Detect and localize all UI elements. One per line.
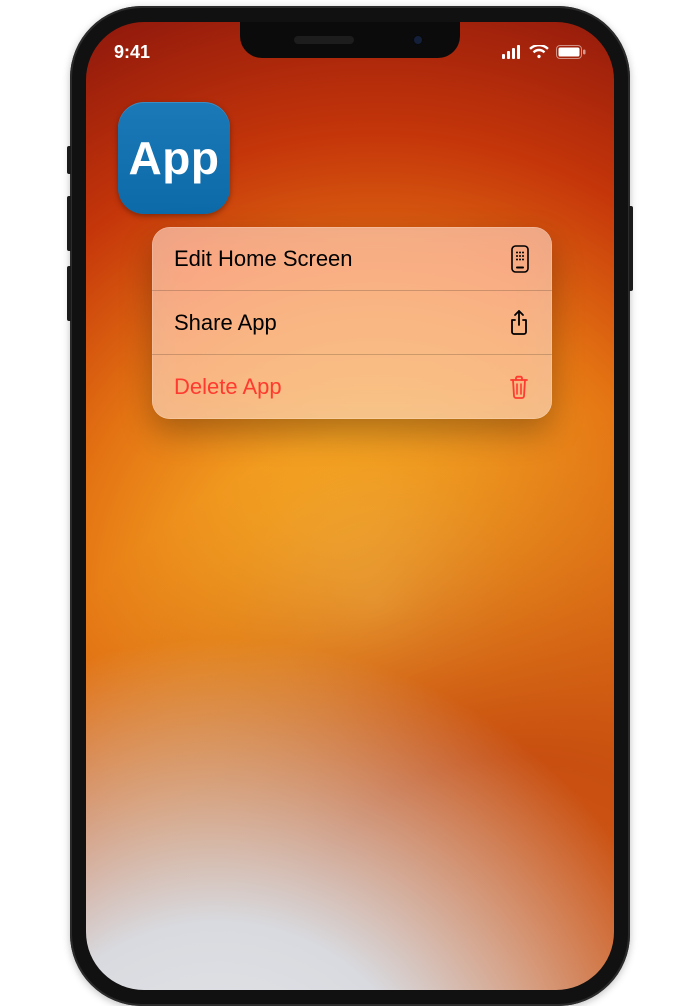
trash-icon (508, 374, 530, 400)
app-icon-label: App (129, 131, 220, 185)
menu-item-edit-home-screen[interactable]: Edit Home Screen (152, 227, 552, 291)
side-button (629, 206, 633, 291)
screen: 9:41 (86, 22, 614, 990)
home-grid-icon (510, 245, 530, 273)
context-menu: Edit Home Screen (152, 227, 552, 419)
menu-item-delete-app[interactable]: Delete App (152, 355, 552, 419)
menu-item-label: Edit Home Screen (174, 246, 353, 272)
earpiece-speaker (294, 36, 354, 44)
volume-down-button (67, 266, 71, 321)
status-time: 9:41 (114, 42, 184, 63)
menu-item-label: Delete App (174, 374, 282, 400)
front-camera (412, 34, 424, 46)
status-indicators (502, 45, 586, 59)
cellular-signal-icon (502, 45, 522, 59)
mute-switch (67, 146, 71, 174)
wifi-icon (529, 45, 549, 59)
phone-frame: 9:41 (70, 6, 630, 1006)
notch (240, 22, 460, 58)
menu-item-share-app[interactable]: Share App (152, 291, 552, 355)
volume-up-button (67, 196, 71, 251)
menu-item-label: Share App (174, 310, 277, 336)
share-icon (508, 309, 530, 337)
app-icon[interactable]: App (118, 102, 230, 214)
battery-icon (556, 45, 586, 59)
